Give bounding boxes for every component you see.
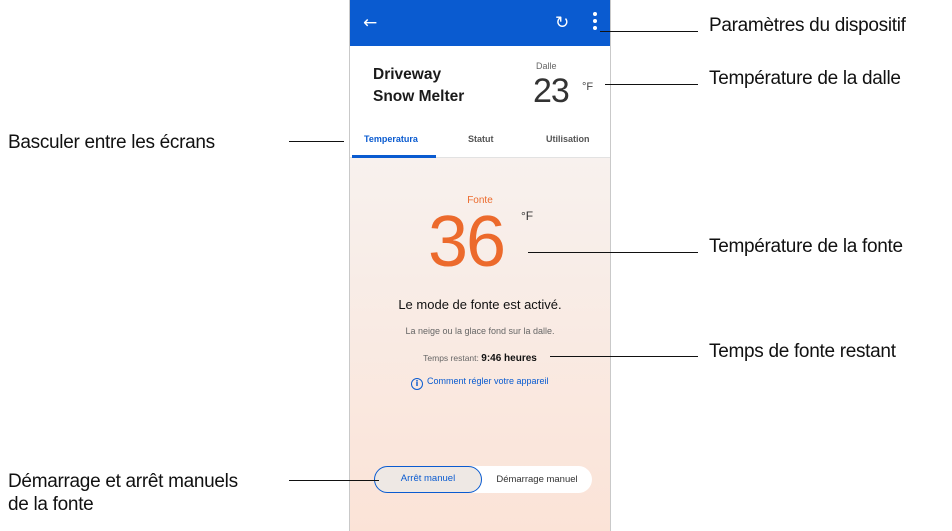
phone-screen: ← ↻ Driveway Snow Melter Dalle 23 °F Tem… [349, 0, 611, 531]
info-icon: i [411, 378, 423, 390]
slab-label: Dalle [536, 61, 557, 71]
callout-manual-line1: Démarrage et arrêt manuels [8, 471, 238, 492]
refresh-icon[interactable]: ↻ [555, 13, 569, 33]
app-bar: ← ↻ [350, 0, 610, 46]
device-name-line1: Driveway [373, 66, 442, 83]
slab-temperature-unit: °F [582, 81, 594, 93]
callout-line-remaining [550, 356, 698, 357]
callout-line-melt-temp [528, 252, 698, 253]
tab-utilisation[interactable]: Utilisation [546, 134, 590, 144]
melt-mode-description: La neige ou la glace fond sur la dalle. [405, 326, 555, 336]
help-link[interactable]: i Comment régler votre appareil [411, 376, 549, 390]
tab-statut[interactable]: Statut [468, 134, 494, 144]
time-remaining: Temps restant: 9:46 heures [350, 353, 610, 364]
active-tab-indicator [352, 155, 436, 158]
device-name-line2: Snow Melter [373, 88, 465, 105]
time-remaining-label: Temps restant: [423, 353, 479, 363]
more-options-icon[interactable] [590, 12, 600, 32]
callout-line-tabs [289, 141, 344, 142]
callout-device-settings: Paramètres du dispositif [709, 15, 906, 36]
annotated-screenshot: ← ↻ Driveway Snow Melter Dalle 23 °F Tem… [0, 0, 952, 531]
melt-temperature: 36 [428, 202, 506, 282]
manual-toggle: Arrêt manuel Démarrage manuel [374, 466, 592, 493]
slab-temperature: 23 [533, 72, 570, 110]
manual-start-button[interactable]: Démarrage manuel [482, 466, 592, 493]
help-link-label: Comment régler votre appareil [427, 376, 549, 386]
device-header: Driveway Snow Melter Dalle 23 °F [350, 46, 610, 130]
time-remaining-value: 9:46 heures [481, 353, 537, 364]
callout-manual-start-stop: Démarrage et arrêt manuels de la fonte [8, 470, 238, 516]
callout-manual-line2: de la fonte [8, 494, 94, 515]
back-arrow-icon[interactable]: ← [363, 13, 377, 33]
callout-melt-temperature: Température de la fonte [709, 236, 903, 257]
device-name: Driveway Snow Melter [373, 64, 513, 108]
callout-line-manual [289, 480, 379, 481]
melt-mode-title: Le mode de fonte est activé. [398, 297, 562, 312]
callout-melt-time-remaining: Temps de fonte restant [709, 341, 896, 362]
callout-slab-temperature: Température de la dalle [709, 68, 901, 89]
callout-line-slab [605, 84, 698, 85]
callout-line-settings [600, 31, 698, 32]
tab-temperatura[interactable]: Temperatura [364, 134, 418, 144]
manual-stop-button[interactable]: Arrêt manuel [374, 466, 482, 493]
callout-switch-screens: Basculer entre les écrans [8, 132, 215, 153]
melt-temperature-unit: °F [521, 209, 534, 223]
screen-tabs: Temperatura Statut Utilisation [350, 130, 610, 158]
